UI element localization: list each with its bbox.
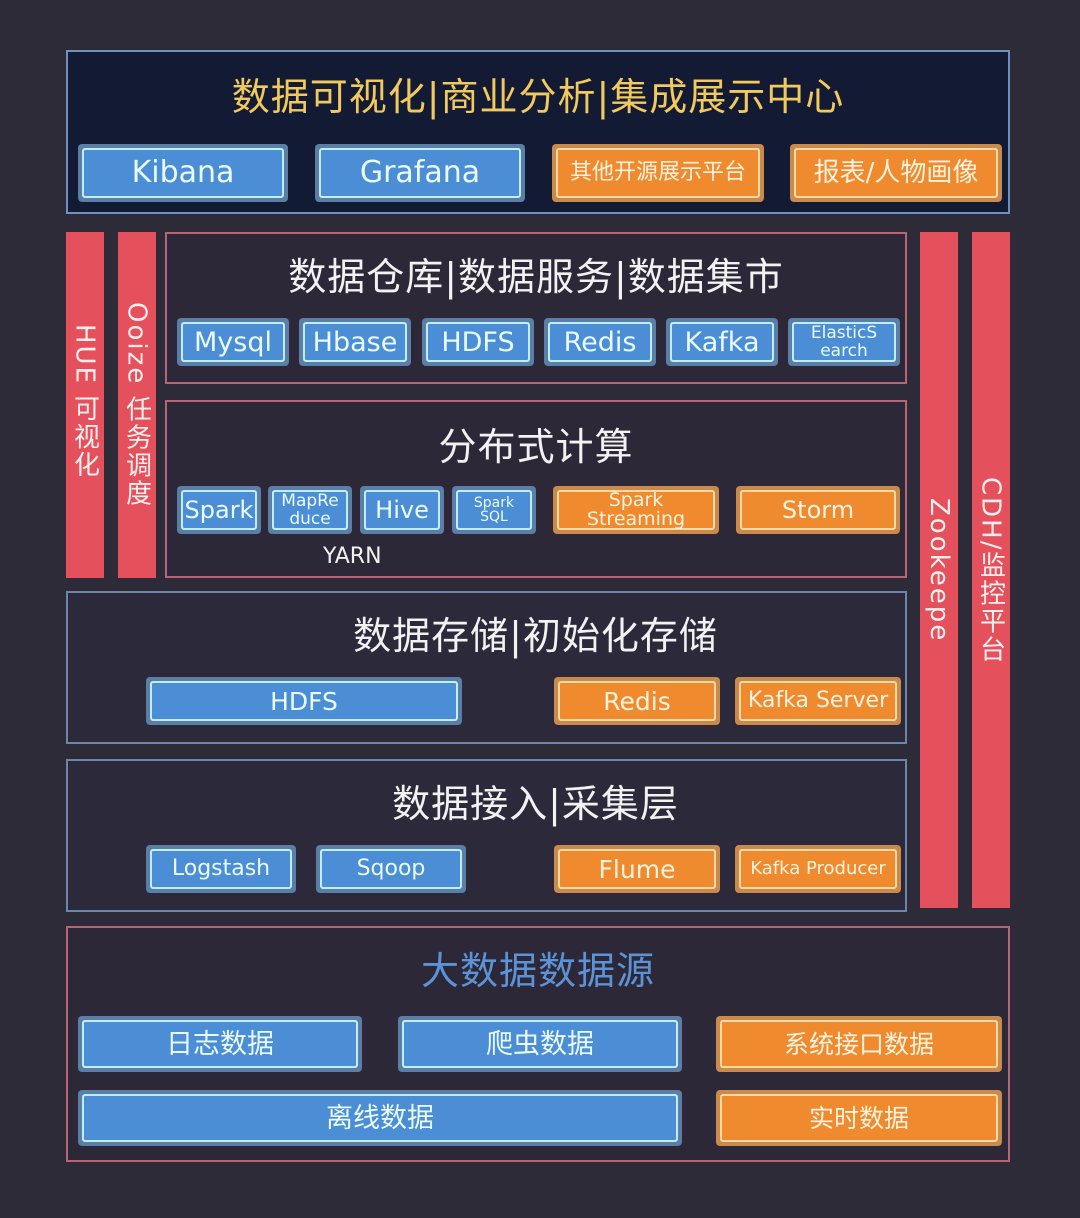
kibana-label: Kibana (82, 148, 284, 198)
spark-box[interactable]: Spark (177, 486, 261, 534)
grafana-label: Grafana (319, 148, 521, 198)
redis-box[interactable]: Redis (544, 318, 656, 366)
storage-redis-label: Redis (558, 681, 716, 721)
spark-sql-box[interactable]: Spark SQL (452, 486, 536, 534)
oozie-label: Ooize 任务调度 (121, 302, 152, 508)
system-api-data-label: 系统接口数据 (720, 1020, 998, 1068)
storage-redis-box[interactable]: Redis (554, 677, 720, 725)
sources-layer: 大数据数据源 日志数据 爬虫数据 系统接口数据 离线数据 实时数据 (66, 926, 1010, 1162)
spark-streaming-label: Spark Streaming (557, 490, 715, 530)
offline-data-label: 离线数据 (82, 1094, 678, 1142)
logstash-box[interactable]: Logstash (146, 845, 296, 893)
spark-label: Spark (181, 490, 257, 530)
crawler-data-box[interactable]: 爬虫数据 (398, 1016, 682, 1072)
storage-hdfs-box[interactable]: HDFS (146, 677, 462, 725)
elasticsearch-box[interactable]: ElasticS earch (788, 318, 900, 366)
sqoop-box[interactable]: Sqoop (316, 845, 466, 893)
kafka-producer-box[interactable]: Kafka Producer (735, 845, 901, 893)
hive-box[interactable]: Hive (360, 486, 444, 534)
redis-label: Redis (548, 322, 652, 362)
kafka-producer-label: Kafka Producer (739, 849, 897, 889)
flume-label: Flume (558, 849, 716, 889)
elasticsearch-label-line1: ElasticS (810, 323, 878, 343)
warehouse-layer-title: 数据仓库|数据服务|数据集市 (288, 255, 784, 299)
kibana-box[interactable]: Kibana (78, 144, 288, 202)
log-data-box[interactable]: 日志数据 (78, 1016, 362, 1072)
hue-bar[interactable]: HUE 可视化 (66, 232, 104, 578)
ingestion-layer: 数据接入|采集层 Logstash Sqoop Flume Kafka Prod… (66, 759, 907, 912)
log-data-label: 日志数据 (82, 1020, 358, 1068)
hdfs-label: HDFS (426, 322, 530, 362)
hdfs-box[interactable]: HDFS (422, 318, 534, 366)
visualization-layer: 数据可视化|商业分析|集成展示中心 Kibana Grafana 其他开源展示平… (66, 50, 1010, 214)
reports-portrait-label: 报表/人物画像 (794, 148, 998, 198)
flume-box[interactable]: Flume (554, 845, 720, 893)
hbase-box[interactable]: Hbase (299, 318, 411, 366)
visualization-layer-title: 数据可视化|商业分析|集成展示中心 (231, 75, 845, 119)
realtime-data-label: 实时数据 (720, 1094, 998, 1142)
elasticsearch-label-line2: earch (820, 341, 868, 361)
realtime-data-box[interactable]: 实时数据 (716, 1090, 1002, 1146)
crawler-data-label: 爬虫数据 (402, 1020, 678, 1068)
spark-streaming-box[interactable]: Spark Streaming (553, 486, 719, 534)
other-platforms-box[interactable]: 其他开源展示平台 (552, 144, 764, 202)
storage-layer: 数据存储|初始化存储 HDFS Redis Kafka Server (66, 591, 907, 744)
spark-sql-label: Spark SQL (456, 490, 532, 530)
grafana-box[interactable]: Grafana (315, 144, 525, 202)
reports-portrait-box[interactable]: 报表/人物画像 (790, 144, 1002, 202)
hue-label: HUE 可视化 (69, 324, 100, 480)
mysql-label: Mysql (181, 322, 285, 362)
cdh-bar[interactable]: CDH/监控平台 (972, 232, 1010, 908)
compute-layer: 分布式计算 Spark MapRe duce Hive Spark SQL Sp… (165, 400, 907, 578)
zookeeper-bar[interactable]: Zookeepe (920, 232, 958, 908)
cdh-label: CDH/监控平台 (975, 476, 1006, 664)
kafka-server-box[interactable]: Kafka Server (735, 677, 901, 725)
storage-hdfs-label: HDFS (150, 681, 458, 721)
logstash-label: Logstash (150, 849, 292, 889)
oozie-bar[interactable]: Ooize 任务调度 (118, 232, 156, 578)
hbase-label: Hbase (303, 322, 407, 362)
sqoop-label: Sqoop (320, 849, 462, 889)
mapreduce-box[interactable]: MapRe duce (268, 486, 352, 534)
zookeeper-label: Zookeepe (924, 497, 954, 643)
offline-data-box[interactable]: 离线数据 (78, 1090, 682, 1146)
mapreduce-label-line2: duce (289, 509, 331, 529)
storage-layer-title: 数据存储|初始化存储 (353, 614, 718, 658)
kafka-server-label: Kafka Server (739, 681, 897, 721)
other-platforms-label: 其他开源展示平台 (556, 148, 760, 198)
system-api-data-box[interactable]: 系统接口数据 (716, 1016, 1002, 1072)
yarn-label: YARN (323, 544, 382, 569)
storm-box[interactable]: Storm (736, 486, 900, 534)
mapreduce-label-line1: MapRe (281, 491, 339, 511)
hive-label: Hive (364, 490, 440, 530)
mysql-box[interactable]: Mysql (177, 318, 289, 366)
kafka-box[interactable]: Kafka (666, 318, 778, 366)
storm-label: Storm (740, 490, 896, 530)
ingestion-layer-title: 数据接入|采集层 (392, 782, 679, 826)
sources-layer-title: 大数据数据源 (420, 949, 655, 993)
warehouse-layer: 数据仓库|数据服务|数据集市 Mysql Hbase HDFS Redis Ka… (165, 232, 907, 384)
compute-layer-title: 分布式计算 (438, 425, 634, 469)
kafka-label: Kafka (670, 322, 774, 362)
